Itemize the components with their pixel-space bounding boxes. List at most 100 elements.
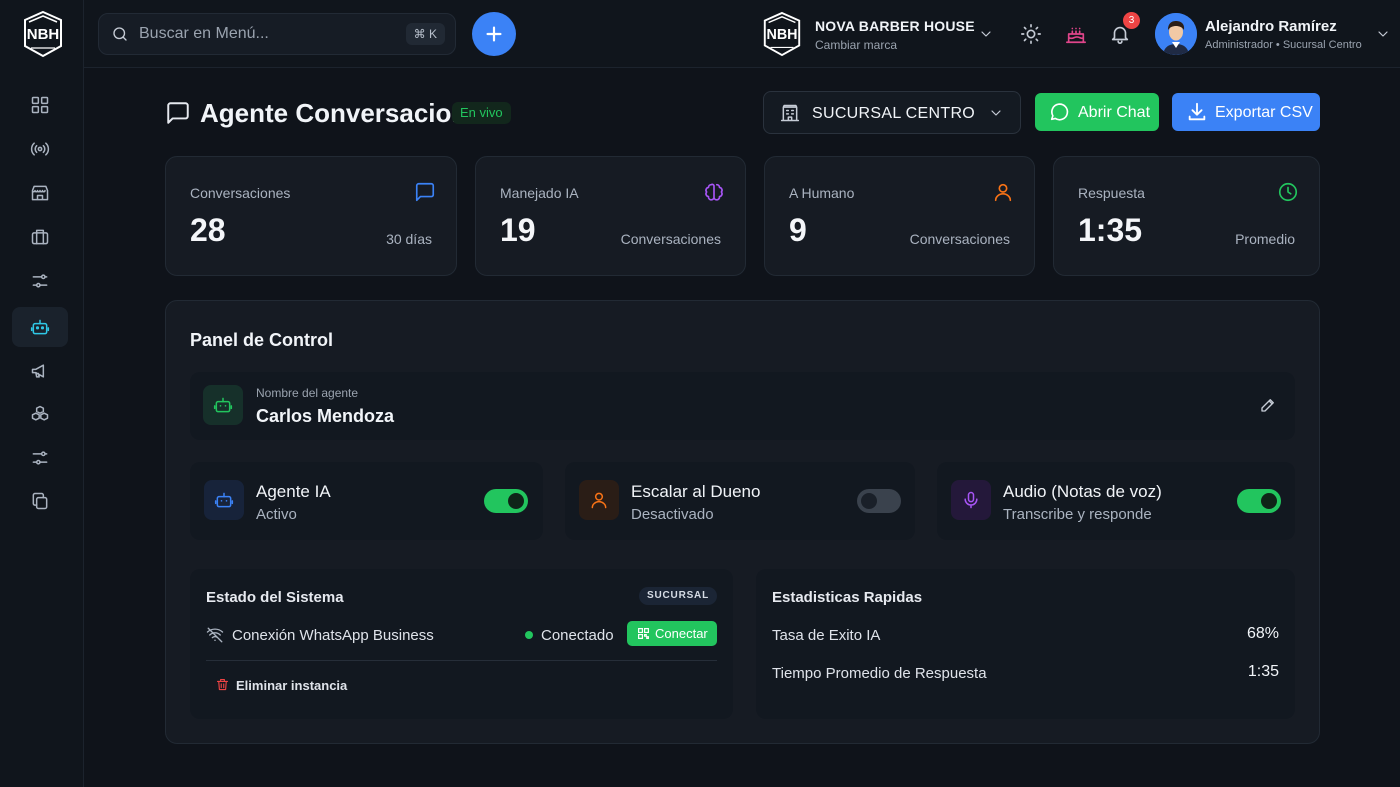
trash-icon[interactable] — [215, 677, 230, 692]
sidebar-item-agent[interactable] — [12, 307, 68, 347]
boxes-icon — [31, 405, 49, 421]
stat-label: Respuesta — [1078, 185, 1145, 201]
toggle-title: Escalar al Dueno — [631, 482, 761, 501]
sidebar-item-broadcast[interactable] — [12, 129, 68, 169]
sidebar-item-preferences[interactable] — [12, 438, 68, 478]
sidebar: NBH — [0, 0, 84, 787]
ai-agent-switch[interactable] — [484, 489, 528, 513]
agent-name: Carlos Mendoza — [256, 406, 395, 426]
user-name[interactable]: Alejandro Ramírez — [1205, 18, 1337, 35]
toggle-status: Activo — [256, 506, 297, 523]
chevron-down-icon[interactable] — [978, 26, 994, 42]
delete-instance-button[interactable]: Eliminar instancia — [236, 678, 347, 693]
topbar: ⌘ K NBH NOVA BARBER HOUSE Cambiar marca … — [84, 0, 1400, 68]
stat-sub: Conversaciones — [620, 231, 721, 247]
connect-button[interactable]: Conectar — [627, 621, 717, 646]
agent-name-label: Nombre del agente — [256, 386, 359, 400]
open-chat-button[interactable]: Abrir Chat — [1035, 93, 1159, 131]
brand-logo[interactable]: NBH — [760, 11, 804, 57]
stat-value: 19 — [500, 212, 536, 248]
toggle-status: Transcribe y responde — [1003, 506, 1152, 523]
stat-card-to-human: A Humano 9 Conversaciones — [764, 156, 1035, 276]
briefcase-icon — [31, 229, 49, 245]
wifi-off-icon — [206, 627, 224, 643]
robot-icon — [30, 319, 50, 335]
sidebar-item-marketing[interactable] — [12, 351, 68, 391]
system-status-card: Estado del Sistema SUCURSAL Conexión Wha… — [190, 569, 733, 719]
notification-badge: 3 — [1123, 12, 1140, 29]
change-brand-link[interactable]: Cambiar marca — [815, 38, 897, 52]
sliders-icon — [32, 274, 48, 288]
branch-select[interactable]: SUCURSAL CENTRO — [763, 91, 1021, 134]
sliders-icon — [32, 451, 48, 465]
robot-icon — [204, 480, 244, 520]
quick-stats-card: Estadisticas Rapidas Tasa de Exito IA 68… — [756, 569, 1295, 719]
nbh-logo[interactable]: NBH — [20, 10, 66, 58]
brand-name[interactable]: NOVA BARBER HOUSE — [815, 18, 975, 34]
quick-stat-label: Tiempo Promedio de Respuesta — [772, 665, 987, 682]
stat-label: Manejado IA — [500, 185, 579, 201]
chevron-down-icon[interactable] — [1375, 26, 1391, 42]
connection-status-dot — [525, 631, 533, 639]
search-icon — [113, 27, 127, 41]
escalate-owner-switch[interactable] — [857, 489, 901, 513]
avatar[interactable] — [1155, 13, 1197, 55]
toggle-title: Audio (Notas de voz) — [1003, 482, 1162, 501]
quick-stat-label: Tasa de Exito IA — [772, 627, 881, 644]
export-csv-button[interactable]: Exportar CSV — [1172, 93, 1320, 131]
switch-knob — [1261, 493, 1277, 509]
robot-icon — [203, 385, 243, 425]
add-button[interactable] — [472, 12, 516, 56]
sidebar-item-briefcase[interactable] — [12, 217, 68, 257]
sidebar-item-copies[interactable] — [12, 481, 68, 521]
toggle-status: Desactivado — [631, 506, 714, 523]
system-status-title: Estado del Sistema — [206, 589, 344, 606]
svg-text:NBH: NBH — [27, 26, 60, 43]
divider — [206, 660, 717, 661]
stat-card-ai-handled: Manejado IA 19 Conversaciones — [475, 156, 746, 276]
stat-sub: 30 días — [386, 231, 432, 247]
stat-value: 9 — [789, 212, 807, 248]
toggle-title: Agente IA — [256, 482, 331, 501]
stat-sub: Promedio — [1235, 231, 1295, 247]
quick-stats-title: Estadisticas Rapidas — [772, 589, 923, 606]
sidebar-item-inventory[interactable] — [12, 394, 68, 434]
sidebar-item-store[interactable] — [12, 173, 68, 213]
dashboard-grid-icon — [31, 96, 49, 114]
quick-stat-value: 1:35 — [1247, 663, 1279, 680]
agent-name-card: Nombre del agente Carlos Mendoza — [190, 372, 1295, 440]
qr-code-icon — [638, 628, 649, 639]
connection-status: Conectado — [541, 627, 614, 644]
download-icon — [1188, 102, 1206, 121]
search-input[interactable] — [139, 22, 399, 46]
cake-icon[interactable] — [1065, 23, 1087, 45]
toggle-card-audio: Audio (Notas de voz) Transcribe y respon… — [937, 462, 1295, 540]
pencil-icon[interactable] — [1259, 396, 1277, 414]
stat-label: Conversaciones — [190, 185, 291, 201]
audio-switch[interactable] — [1237, 489, 1281, 513]
toggle-card-ai-agent: Agente IA Activo — [190, 462, 543, 540]
connect-label: Conectar — [655, 626, 708, 641]
branch-badge: SUCURSAL — [639, 587, 717, 605]
control-panel: Panel de Control Nombre del agente Carlo… — [165, 300, 1320, 744]
sidebar-item-dashboard[interactable] — [12, 85, 68, 125]
brain-icon — [705, 183, 723, 201]
copy-icon — [32, 492, 48, 510]
stat-sub: Conversaciones — [909, 231, 1010, 247]
search-box[interactable]: ⌘ K — [98, 13, 456, 55]
user-icon — [579, 480, 619, 520]
quick-stat-value: 68% — [1246, 625, 1279, 642]
toggle-card-escalate-owner: Escalar al Dueno Desactivado — [565, 462, 915, 540]
stat-label: A Humano — [789, 185, 855, 201]
stat-card-conversations: Conversaciones 28 30 días — [165, 156, 457, 276]
live-badge: En vivo — [452, 102, 511, 124]
message-square-icon — [415, 182, 435, 202]
stat-card-response: Respuesta 1:35 Promedio — [1053, 156, 1320, 276]
building-icon — [780, 104, 800, 122]
message-square-icon — [167, 102, 189, 124]
svg-text:NBH: NBH — [766, 27, 797, 43]
microphone-icon — [951, 480, 991, 520]
broadcast-icon — [30, 142, 50, 156]
sidebar-item-settings[interactable] — [12, 261, 68, 301]
sun-icon[interactable] — [1020, 23, 1042, 45]
